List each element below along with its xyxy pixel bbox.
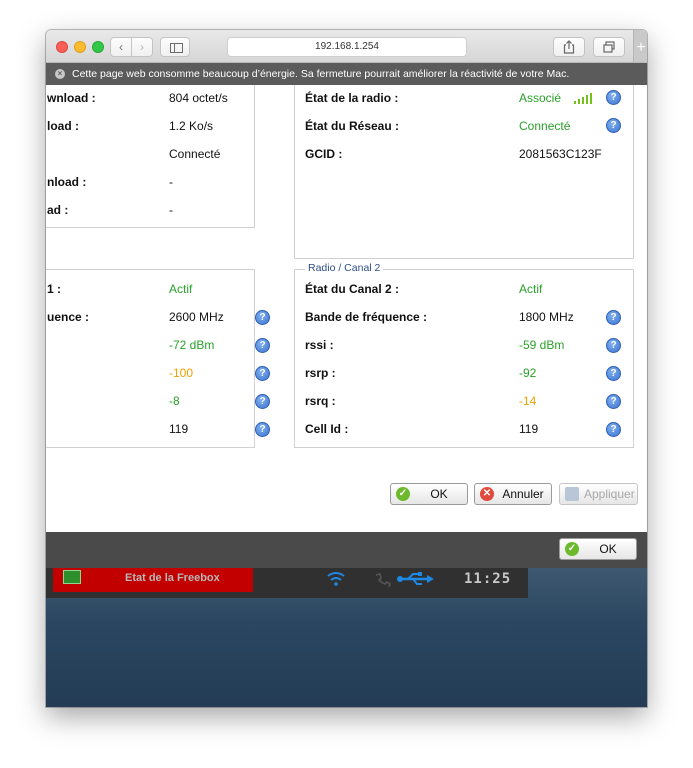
channel2-rsrp-label: rsrp : bbox=[305, 366, 336, 380]
upper-left-label-2: load : bbox=[47, 119, 79, 133]
freebox-status-panel: Etat de la Freebox 11:25 bbox=[46, 568, 528, 598]
share-button[interactable] bbox=[553, 37, 585, 57]
upper-left-label-1: wnload : bbox=[47, 91, 96, 105]
channel1-rsrq-value: -8 bbox=[169, 394, 180, 408]
address-bar[interactable]: 192.168.1.254 bbox=[227, 37, 467, 57]
wifi-icon bbox=[327, 572, 345, 586]
forward-button[interactable]: › bbox=[131, 37, 153, 57]
upper-left-value-1: 804 octet/s bbox=[169, 91, 228, 105]
cancel-button[interactable]: ✕ Annuler bbox=[474, 483, 552, 505]
upper-left-value-3: Connecté bbox=[169, 147, 221, 161]
lower-left-panel: 1 : Actif uence : 2600 MHz ? -72 dBm ? -… bbox=[46, 269, 270, 448]
checkmark-icon: ✓ bbox=[565, 542, 579, 556]
save-disk-icon bbox=[565, 487, 579, 501]
show-tabs-button[interactable] bbox=[593, 37, 625, 57]
page-content: wnload : 804 octet/s load : 1.2 Ko/s Con… bbox=[46, 85, 647, 707]
share-icon bbox=[563, 40, 575, 54]
new-tab-button[interactable]: + bbox=[633, 30, 647, 62]
chevron-left-icon: ‹ bbox=[119, 40, 123, 54]
tabs-overview-icon bbox=[603, 41, 615, 53]
channel2-rssi-value: -59 dBm bbox=[519, 338, 565, 352]
channel1-rssi-value: -72 dBm bbox=[169, 338, 215, 352]
channel2-frequency-label: Bande de fréquence : bbox=[305, 310, 428, 324]
radio-state-label: État de la radio : bbox=[305, 91, 399, 105]
channel1-cellid-value: 119 bbox=[169, 422, 189, 436]
lower-right-panel: Radio / Canal 2 État du Canal 2 : Actif … bbox=[294, 262, 634, 448]
channel2-rsrq-label: rsrq : bbox=[305, 394, 336, 408]
channel2-rssi-help-icon[interactable]: ? bbox=[606, 338, 621, 353]
channel1-rsrq-help-icon[interactable]: ? bbox=[255, 394, 270, 409]
channel1-rsrp-value: -100 bbox=[169, 366, 194, 380]
back-button[interactable]: ‹ bbox=[110, 37, 132, 57]
outer-ok-button[interactable]: ✓ OK bbox=[559, 538, 637, 560]
channel2-rsrq-help-icon[interactable]: ? bbox=[606, 394, 621, 409]
channel2-rssi-label: rssi : bbox=[305, 338, 334, 352]
radio-state-help-icon[interactable]: ? bbox=[606, 90, 621, 105]
checkmark-icon: ✓ bbox=[396, 487, 410, 501]
channel2-cellid-value: 119 bbox=[519, 422, 539, 436]
zoom-window-button[interactable] bbox=[92, 41, 104, 53]
title-bar: ‹ › 192.168.1.254 + bbox=[46, 30, 647, 63]
cancel-icon: ✕ bbox=[480, 487, 494, 501]
channel1-frequency-label: uence : bbox=[47, 310, 90, 324]
upper-left-value-2: 1.2 Ko/s bbox=[169, 119, 214, 133]
usb-icon bbox=[397, 572, 434, 585]
close-window-button[interactable] bbox=[56, 41, 68, 53]
plus-icon: + bbox=[636, 39, 646, 56]
chevron-right-icon: › bbox=[140, 40, 144, 54]
channel2-cellid-help-icon[interactable]: ? bbox=[606, 422, 621, 437]
freebox-clock: 11:25 bbox=[464, 571, 512, 587]
upper-right-panel: État de la radio : Associé ? État du Rés… bbox=[294, 85, 634, 259]
freebox-state-title: Etat de la Freebox bbox=[125, 572, 220, 584]
channel2-rsrp-help-icon[interactable]: ? bbox=[606, 366, 621, 381]
dialog-footer-band: ✓ OK bbox=[46, 532, 647, 568]
ok-button[interactable]: ✓ OK bbox=[390, 483, 468, 505]
freebox-background: Etat de la Freebox 11:25 bbox=[46, 568, 647, 707]
channel2-frequency-help-icon[interactable]: ? bbox=[606, 310, 621, 325]
radio-state-value: Associé bbox=[519, 91, 562, 105]
gcid-label: GCID : bbox=[305, 147, 343, 161]
channel1-state-value: Actif bbox=[169, 282, 193, 296]
phone-icon bbox=[375, 573, 391, 588]
freebox-icon bbox=[63, 570, 81, 584]
energy-warning-banner: × Cette page web consomme beaucoup d’éne… bbox=[46, 63, 647, 85]
channel1-rssi-help-icon[interactable]: ? bbox=[255, 338, 270, 353]
freebox-status-icons bbox=[326, 571, 456, 588]
upper-left-panel: wnload : 804 octet/s load : 1.2 Ko/s Con… bbox=[46, 85, 255, 228]
sidebar-button[interactable] bbox=[160, 37, 190, 57]
upper-left-label-4: nload : bbox=[47, 175, 87, 189]
channel2-rsrq-value: -14 bbox=[519, 394, 537, 408]
freebox-state-tile[interactable]: Etat de la Freebox bbox=[53, 568, 253, 592]
browser-window: ‹ › 192.168.1.254 + × Cette page web con… bbox=[46, 30, 647, 707]
channel1-state-label: 1 : bbox=[47, 282, 62, 296]
channel1-rsrp-help-icon[interactable]: ? bbox=[255, 366, 270, 381]
channel2-cellid-label: Cell Id : bbox=[305, 422, 349, 436]
apply-button[interactable]: Appliquer bbox=[559, 483, 638, 505]
sidebar-icon bbox=[170, 43, 183, 53]
energy-warning-text: Cette page web consomme beaucoup d’énerg… bbox=[72, 68, 570, 80]
close-banner-icon[interactable]: × bbox=[55, 69, 65, 79]
channel2-state-label: État du Canal 2 : bbox=[305, 282, 400, 296]
upper-left-label-5: ad : bbox=[47, 203, 69, 217]
channel2-rsrp-value: -92 bbox=[519, 366, 537, 380]
upper-left-value-5: - bbox=[169, 203, 173, 217]
minimize-window-button[interactable] bbox=[74, 41, 86, 53]
network-state-help-icon[interactable]: ? bbox=[606, 118, 621, 133]
radio-channel2-legend: Radio / Canal 2 bbox=[305, 262, 384, 274]
network-state-label: État du Réseau : bbox=[305, 119, 400, 133]
network-state-value: Connecté bbox=[519, 119, 571, 133]
upper-left-value-4: - bbox=[169, 175, 173, 189]
gcid-value: 2081563C123F bbox=[519, 147, 602, 161]
channel1-frequency-help-icon[interactable]: ? bbox=[255, 310, 270, 325]
channel1-frequency-value: 2600 MHz bbox=[169, 310, 224, 324]
signal-strength-icon bbox=[574, 93, 592, 104]
channel2-frequency-value: 1800 MHz bbox=[519, 310, 574, 324]
channel1-cellid-help-icon[interactable]: ? bbox=[255, 422, 270, 437]
channel2-state-value: Actif bbox=[519, 282, 543, 296]
